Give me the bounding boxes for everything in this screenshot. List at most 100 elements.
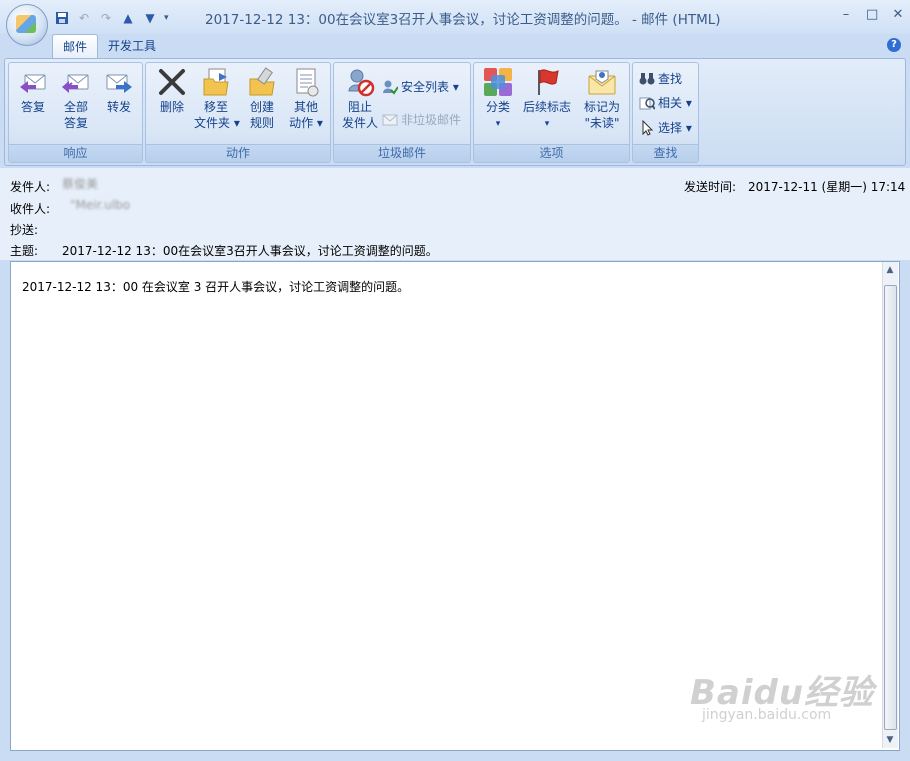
delete-button[interactable]: 删除 xyxy=(150,67,194,116)
select-label: 选择 ▾ xyxy=(658,121,692,135)
sent-value: 2017-12-11 (星期一) 17:14 xyxy=(748,180,906,194)
reply-all-label-2: 答复 xyxy=(63,116,88,130)
from-value[interactable]: 蔡俊美 xyxy=(62,175,98,192)
reply-all-button[interactable]: 全部 答复 xyxy=(54,67,98,132)
cc-label: 抄送: xyxy=(10,223,39,237)
sent-label: 发送时间: xyxy=(684,180,737,194)
message-header: 发件人: 蔡俊美 发送时间: 2017-12-11 (星期一) 17:14 收件… xyxy=(0,168,910,260)
create-rule-icon xyxy=(247,67,277,97)
create-rule-button[interactable]: 创建 规则 xyxy=(240,67,284,132)
reply-all-label-1: 全部 xyxy=(63,100,88,114)
categorize-icon xyxy=(483,67,513,97)
categorize-button[interactable]: 分类 ▾ xyxy=(476,67,520,133)
message-body-text: 2017-12-12 13：00 在会议室 3 召开人事会议，讨论工资调整的问题… xyxy=(22,280,410,294)
not-junk-icon xyxy=(382,112,398,128)
group-find-title: 查找 xyxy=(633,144,698,162)
group-actions-title: 动作 xyxy=(146,144,330,162)
categorize-arrow-icon: ▾ xyxy=(495,119,501,129)
subject-value: 2017-12-12 13：00在会议室3召开人事会议，讨论工资调整的问题。 xyxy=(62,244,438,258)
ribbon-tabs: 邮件 开发工具 xyxy=(52,34,166,59)
to-label: 收件人: xyxy=(10,202,51,216)
close-button[interactable]: ✕ xyxy=(892,8,904,22)
customize-qat-icon[interactable]: ▾ xyxy=(164,13,174,23)
reply-button[interactable]: 答复 xyxy=(11,67,55,116)
other-actions-label-1: 其他 xyxy=(293,100,318,114)
scrollbar-thumb[interactable] xyxy=(884,285,897,730)
office-logo-icon xyxy=(16,15,36,33)
undo-icon[interactable]: ↶ xyxy=(76,10,92,26)
not-junk-label: 非垃圾邮件 xyxy=(401,113,462,127)
safe-lists-label: 安全列表 ▾ xyxy=(401,80,459,94)
find-label: 查找 xyxy=(658,72,683,86)
block-sender-label-1: 阻止 xyxy=(347,100,372,114)
forward-label: 转发 xyxy=(106,100,131,114)
minimize-button[interactable]: – xyxy=(840,8,852,22)
reply-all-icon xyxy=(61,67,91,97)
save-icon[interactable] xyxy=(54,10,70,26)
other-actions-label-2: 动作 ▾ xyxy=(289,116,323,130)
safe-lists-button[interactable]: 安全列表 ▾ xyxy=(382,77,459,97)
help-icon[interactable]: ? xyxy=(887,38,901,52)
move-to-folder-icon xyxy=(201,67,231,97)
next-item-icon[interactable]: ▼ xyxy=(142,10,158,26)
block-sender-button[interactable]: 阻止 发件人 xyxy=(338,67,382,132)
previous-item-icon[interactable]: ▲ xyxy=(120,10,136,26)
forward-icon xyxy=(104,67,134,97)
follow-up-label: 后续标志 xyxy=(522,100,571,114)
watermark: Baidu经验 jingyan.baidu.com xyxy=(690,665,874,723)
delete-icon xyxy=(157,67,187,97)
delete-label: 删除 xyxy=(159,100,184,114)
related-label: 相关 ▾ xyxy=(658,96,692,110)
forward-button[interactable]: 转发 xyxy=(97,67,141,116)
watermark-url: jingyan.baidu.com xyxy=(702,707,832,723)
create-rule-label-1: 创建 xyxy=(249,100,274,114)
move-label-1: 移至 xyxy=(203,100,228,114)
related-button[interactable]: 相关 ▾ xyxy=(639,93,692,113)
reply-label: 答复 xyxy=(20,100,45,114)
not-junk-button[interactable]: 非垃圾邮件 xyxy=(382,110,461,130)
subject-label: 主题: xyxy=(10,244,39,258)
group-actions: 删除 移至 文件夹 ▾ 创建 规则 其他 动作 ▾ 动作 xyxy=(145,62,331,163)
mark-unread-label-2: "未读" xyxy=(584,116,620,130)
group-respond-title: 响应 xyxy=(9,144,142,162)
window-title: 2017-12-12 13：00在会议室3召开人事会议，讨论工资调整的问题。 -… xyxy=(205,12,721,28)
other-actions-button[interactable]: 其他 动作 ▾ xyxy=(284,67,328,132)
tab-mail[interactable]: 邮件 xyxy=(52,34,99,59)
safe-lists-icon xyxy=(382,79,399,95)
follow-up-button[interactable]: 后续标志 ▾ xyxy=(522,67,572,133)
find-button[interactable]: 查找 xyxy=(639,69,682,89)
scroll-up-icon[interactable]: ▲ xyxy=(884,264,896,276)
group-options-title: 选项 xyxy=(474,144,629,162)
group-respond: 答复 全部 答复 转发 响应 xyxy=(8,62,143,163)
move-to-folder-button[interactable]: 移至 文件夹 ▾ xyxy=(194,67,240,132)
scroll-down-icon[interactable]: ▼ xyxy=(884,734,896,746)
quick-access-toolbar: ↶ ↷ ▲ ▼ ▾ xyxy=(54,8,174,28)
categorize-label: 分类 xyxy=(485,100,510,114)
other-actions-icon xyxy=(291,67,321,97)
window-controls: – □ ✕ xyxy=(840,8,904,22)
mark-unread-button[interactable]: 标记为 "未读" xyxy=(578,67,626,132)
tab-developer[interactable]: 开发工具 xyxy=(98,34,166,58)
redo-icon[interactable]: ↷ xyxy=(98,10,114,26)
to-value[interactable]: "Meir.ulbo xyxy=(70,198,130,212)
group-junk: 阻止 发件人 安全列表 ▾ 非垃圾邮件 垃圾邮件 xyxy=(333,62,471,163)
group-junk-title: 垃圾邮件 xyxy=(334,144,470,162)
select-button[interactable]: 选择 ▾ xyxy=(639,118,692,138)
office-button[interactable] xyxy=(6,4,48,46)
create-rule-label-2: 规则 xyxy=(249,116,274,130)
follow-up-flag-icon xyxy=(532,67,562,97)
move-label-2: 文件夹 ▾ xyxy=(194,116,240,130)
block-sender-label-2: 发件人 xyxy=(341,116,378,130)
from-label: 发件人: xyxy=(10,180,51,194)
related-icon xyxy=(639,95,656,111)
reply-icon xyxy=(18,67,48,97)
group-find: 查找 相关 ▾ 选择 ▾ 查找 xyxy=(632,62,699,163)
mark-unread-icon xyxy=(587,67,617,97)
block-sender-icon xyxy=(345,67,375,97)
cursor-icon xyxy=(639,119,655,136)
binoculars-icon xyxy=(639,71,655,87)
follow-up-arrow-icon: ▾ xyxy=(544,119,550,129)
ribbon: 答复 全部 答复 转发 响应 删除 移至 文件夹 ▾ 创建 规则 其他 动作 ▾… xyxy=(4,58,906,166)
maximize-button[interactable]: □ xyxy=(866,8,878,22)
mark-unread-label-1: 标记为 xyxy=(583,100,620,114)
